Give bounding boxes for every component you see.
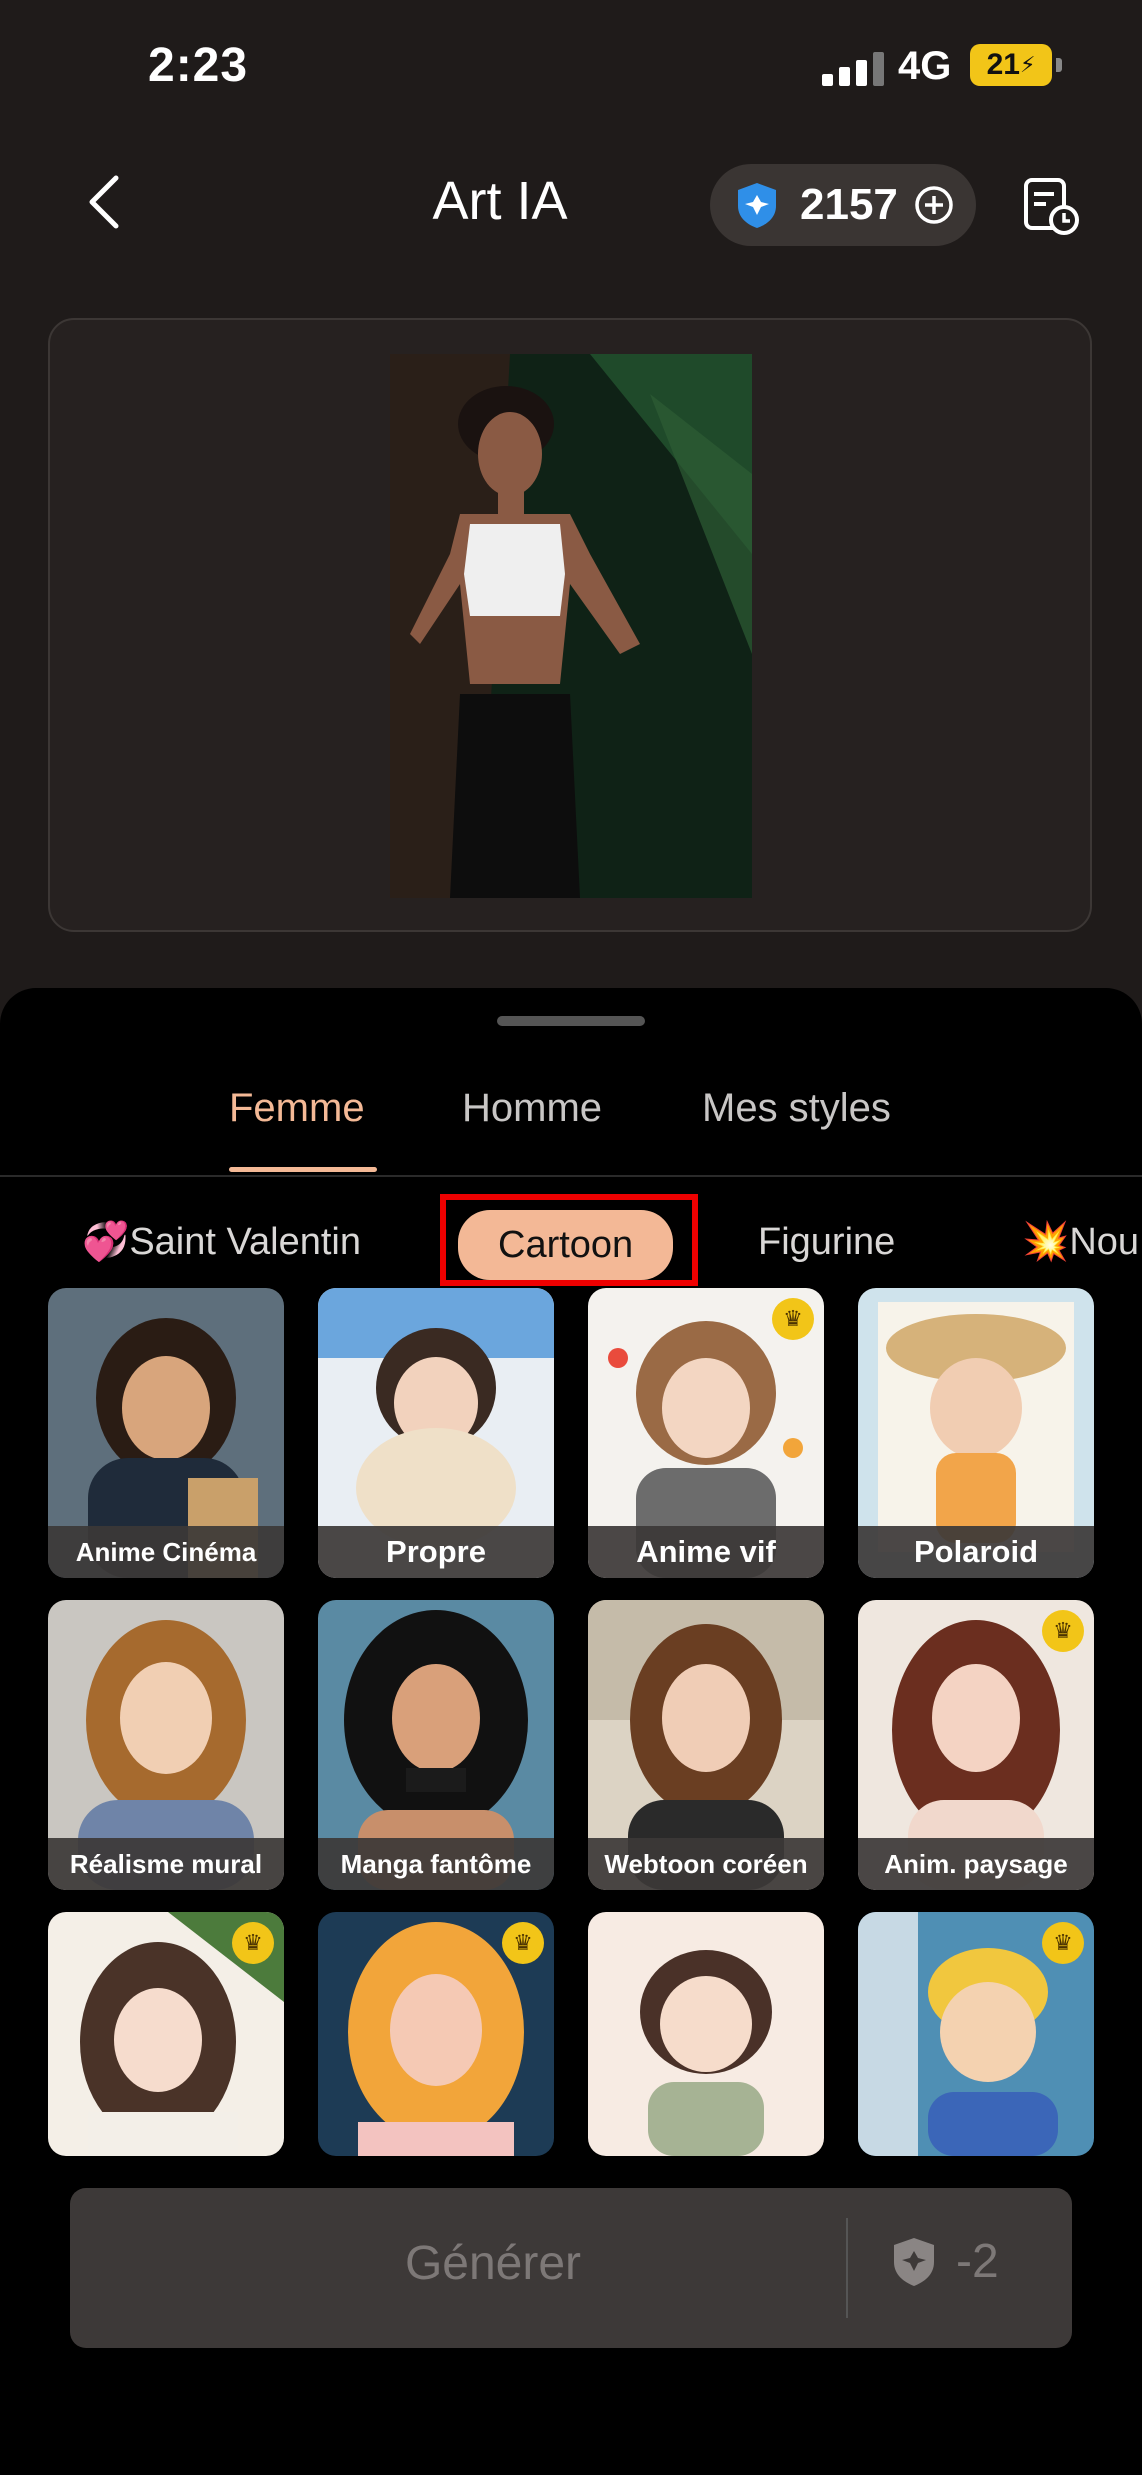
network-label: 4G (898, 44, 952, 88)
burst-icon: 💥 (1022, 1221, 1070, 1263)
chip-figurine[interactable]: Figurine (758, 1196, 895, 1288)
style-label: Manga fantôme (318, 1838, 554, 1890)
premium-crown-icon: ♛ (1042, 1922, 1084, 1964)
history-icon[interactable] (1022, 176, 1080, 236)
style-card[interactable]: Anime Cinéma (48, 1288, 284, 1578)
sheet-drag-handle[interactable] (497, 1016, 645, 1026)
style-card[interactable]: Propre (318, 1288, 554, 1578)
style-label: Anime Cinéma (48, 1526, 284, 1578)
premium-crown-icon: ♛ (502, 1922, 544, 1964)
chip-label: Figurine (758, 1220, 896, 1263)
style-card[interactable]: ♛ (48, 1912, 284, 2156)
style-card[interactable]: ♛ Anime vif (588, 1288, 824, 1578)
battery-icon: 21 ⚡ (970, 44, 1062, 86)
battery-level: 21 (986, 48, 1020, 81)
generate-label: Générer (404, 2237, 582, 2290)
selection-highlight-frame (440, 1194, 698, 1286)
signal-icon (822, 52, 884, 86)
credits-pill[interactable]: 2157 (710, 164, 976, 246)
status-time: 2:23 (148, 39, 249, 92)
tabs-divider (0, 1175, 1142, 1177)
generate-button[interactable]: Générer -2 (70, 2188, 1072, 2348)
chip-label: Nou (1069, 1220, 1140, 1263)
hearts-icon: 💞 (82, 1221, 130, 1263)
add-credits-icon[interactable] (914, 185, 954, 225)
back-arrow-icon[interactable] (78, 172, 138, 232)
style-label: Webtoon coréen (588, 1838, 824, 1890)
credits-value: 2157 (800, 180, 898, 229)
style-card[interactable]: Réalisme mural (48, 1600, 284, 1890)
premium-crown-icon: ♛ (772, 1298, 814, 1340)
chip-label: Saint Valentin (129, 1220, 362, 1263)
page-title: Art IA (432, 171, 568, 231)
gender-tabs: Femme Homme Mes styles (0, 1086, 1142, 1176)
cost-value: -2 (956, 2235, 999, 2288)
tab-mes-styles[interactable]: Mes styles (702, 1086, 891, 1131)
style-label: Réalisme mural (48, 1838, 284, 1890)
style-label: Anime vif (588, 1526, 824, 1578)
style-card[interactable]: ♛ Anim. paysage (858, 1600, 1094, 1890)
tab-homme[interactable]: Homme (462, 1086, 602, 1131)
style-card[interactable]: Polaroid (858, 1288, 1094, 1578)
style-label: Anim. paysage (858, 1838, 1094, 1890)
shield-credit-icon (894, 2237, 934, 2286)
style-card[interactable]: Webtoon coréen (588, 1600, 824, 1890)
style-label: Polaroid (858, 1526, 1094, 1578)
shield-credit-icon (738, 183, 776, 228)
status-bar: 2:23 4G 21 ⚡ (0, 0, 1142, 140)
premium-crown-icon: ♛ (1042, 1610, 1084, 1652)
chip-nouveau[interactable]: 💥 Nou (1022, 1196, 1139, 1288)
active-tab-indicator (229, 1167, 377, 1172)
style-card[interactable]: ♛ (858, 1912, 1094, 2156)
style-card[interactable]: Manga fantôme (318, 1600, 554, 1890)
chip-saint-valentin[interactable]: 💞 Saint Valentin (82, 1196, 361, 1288)
premium-crown-icon: ♛ (232, 1922, 274, 1964)
style-thumbnail (588, 1912, 824, 2156)
generate-separator (846, 2218, 848, 2318)
tab-femme[interactable]: Femme (229, 1086, 365, 1131)
style-card[interactable]: ♛ (318, 1912, 554, 2156)
uploaded-photo (390, 354, 752, 898)
generate-cost: -2 (888, 2234, 999, 2289)
style-card[interactable] (588, 1912, 824, 2156)
style-label: Propre (318, 1526, 554, 1578)
